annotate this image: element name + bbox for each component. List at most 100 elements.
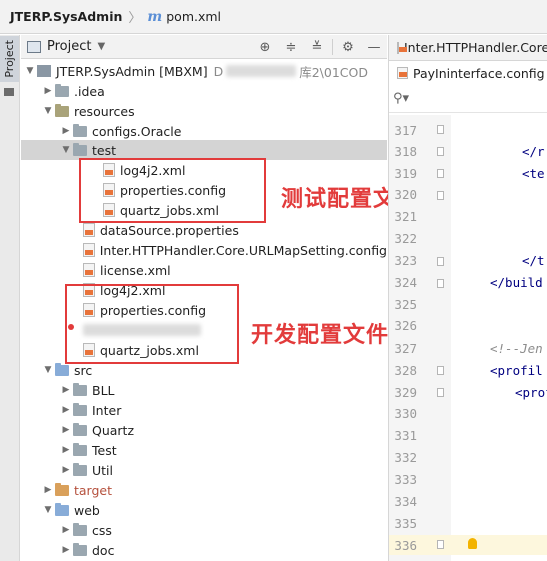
collapse-all-icon[interactable]: ≚	[304, 40, 330, 55]
folder-icon	[73, 402, 87, 416]
tree-item-label: Test	[92, 442, 117, 458]
tree-item-label: Quartz	[92, 422, 135, 438]
tree-item-label: target	[74, 482, 113, 498]
folder-icon	[73, 142, 87, 156]
tree-item-resources[interactable]: ▼ resources	[21, 101, 387, 121]
dev-config-annotation: 开发配置文件	[251, 323, 390, 348]
tab-label: Inter.HTTPHandler.Core	[404, 40, 547, 55]
chevron-right-icon[interactable]: ▶	[59, 545, 73, 555]
tree-item-quartz-folder[interactable]: ▶ Quartz	[21, 420, 387, 440]
lightbulb-icon[interactable]	[468, 538, 477, 549]
code-line-319[interactable]: <te	[522, 166, 545, 181]
project-stripe-tab[interactable]: Project	[0, 36, 19, 82]
line-number: 324	[394, 275, 417, 290]
tree-item-web[interactable]: ▼ web	[21, 500, 387, 520]
tree-item-configs-oracle[interactable]: ▶ configs.Oracle	[21, 121, 387, 141]
fold-marker[interactable]	[437, 279, 444, 288]
tree-item-idea[interactable]: ▶ .idea	[21, 81, 387, 101]
tree-item-label: Inter	[92, 402, 122, 418]
code-line-324[interactable]: </build	[490, 275, 543, 290]
code-line-328[interactable]: <profil	[490, 363, 543, 378]
chevron-right-icon[interactable]: ▶	[59, 445, 73, 455]
tree-item-test[interactable]: ▼ test	[21, 140, 387, 160]
chevron-down-icon[interactable]: ▼	[59, 145, 73, 155]
tree-item-doc[interactable]: ▶ doc	[21, 540, 387, 560]
expand-all-icon[interactable]: ≑	[278, 40, 304, 55]
xml-file-icon	[83, 263, 95, 277]
minus-icon[interactable]: —	[361, 40, 387, 55]
fold-marker[interactable]	[437, 257, 444, 266]
editor-search-bar[interactable]: ⚲▾	[389, 85, 547, 113]
tree-item-root[interactable]: ▼ JTERP.SysAdmin [MBXM] D 库2\01COD	[21, 61, 387, 81]
chevron-down-icon[interactable]: ▼	[97, 41, 105, 52]
code-line-327[interactable]: <!--Jen	[490, 341, 543, 356]
chevron-down-icon[interactable]: ▼	[41, 106, 55, 116]
maven-icon: m	[147, 8, 163, 25]
tree-item-inter[interactable]: ▶ Inter	[21, 400, 387, 420]
tree-item-test-folder[interactable]: ▶ Test	[21, 440, 387, 460]
chevron-right-icon[interactable]: ▶	[41, 485, 55, 495]
tree-item-label: doc	[92, 542, 115, 558]
chevron-right-icon[interactable]: ▶	[59, 525, 73, 535]
tree-item-label: BLL	[92, 382, 115, 398]
breadcrumb: JTERP.SysAdmin 〉 m pom.xml	[0, 0, 547, 34]
line-number: 332	[394, 450, 417, 465]
test-config-highlight-box	[79, 158, 266, 223]
fold-marker[interactable]	[437, 191, 444, 200]
tree-item-urlmap-config[interactable]: Inter.HTTPHandler.Core.URLMapSetting.con…	[21, 240, 387, 260]
code-line-323[interactable]: </t	[522, 253, 545, 268]
chevron-right-icon[interactable]: ▶	[59, 465, 73, 475]
search-icon[interactable]: ⚲▾	[393, 91, 409, 106]
tab-urlmap-config[interactable]: Inter.HTTPHandler.Core	[389, 35, 547, 60]
tree-item-label: license.xml	[100, 262, 171, 278]
crosshair-icon[interactable]: ⊕	[252, 40, 278, 55]
project-view-icon	[27, 40, 41, 53]
breadcrumb-file[interactable]: pom.xml	[166, 9, 221, 24]
chevron-right-icon[interactable]: ▶	[59, 425, 73, 435]
excluded-folder-icon	[55, 482, 69, 496]
breadcrumb-project[interactable]: JTERP.SysAdmin	[10, 9, 122, 24]
tree-item-datasource[interactable]: dataSource.properties	[21, 220, 387, 240]
folder-icon	[73, 382, 87, 396]
tree-item-target[interactable]: ▶ target	[21, 480, 387, 500]
tree-item-path-end: 库2\01COD	[299, 64, 368, 80]
chevron-down-icon[interactable]: ▼	[41, 365, 55, 375]
chevron-right-icon[interactable]: ▶	[59, 385, 73, 395]
fold-marker[interactable]	[437, 540, 444, 549]
source-folder-icon	[55, 362, 69, 376]
error-marker	[68, 324, 74, 330]
folder-icon	[73, 422, 87, 436]
fold-marker[interactable]	[437, 366, 444, 375]
tree-item-util[interactable]: ▶ Util	[21, 460, 387, 480]
chevron-down-icon[interactable]: ▼	[41, 505, 55, 515]
fold-marker[interactable]	[437, 147, 444, 156]
gear-icon[interactable]: ⚙	[335, 40, 361, 55]
chevron-right-icon[interactable]: ▶	[59, 126, 73, 136]
fold-marker[interactable]	[437, 169, 444, 178]
project-stripe-label: Project	[3, 40, 16, 78]
tree-item-path-start: D	[213, 63, 224, 79]
tree-item-css[interactable]: ▶ css	[21, 520, 387, 540]
tree-item-label: Util	[92, 462, 113, 478]
tree-item-license[interactable]: license.xml	[21, 260, 387, 280]
chevron-down-icon[interactable]: ▼	[23, 66, 37, 76]
line-number: 335	[394, 516, 417, 531]
structure-icon[interactable]	[4, 88, 14, 96]
properties-file-icon	[83, 223, 95, 237]
fold-marker[interactable]	[437, 388, 444, 397]
tree-item-bll[interactable]: ▶ BLL	[21, 380, 387, 400]
code-line-318[interactable]: </r	[522, 144, 545, 159]
tab-payininterface-config[interactable]: PayIninterface.config	[389, 60, 547, 85]
chevron-right-icon[interactable]: ▶	[41, 86, 55, 96]
fold-marker[interactable]	[437, 125, 444, 134]
line-number: 333	[394, 472, 417, 487]
line-number: 329	[394, 385, 417, 400]
folder-icon	[55, 83, 69, 97]
code-line-329[interactable]: <prof	[515, 385, 547, 400]
chevron-right-icon[interactable]: ▶	[59, 405, 73, 415]
project-header: Project ▼ ⊕ ≑ ≚ ⚙ —	[21, 35, 387, 59]
tree-item-label: css	[92, 522, 112, 538]
line-number: 328	[394, 363, 417, 378]
folder-icon	[73, 462, 87, 476]
project-view-title[interactable]: Project	[47, 39, 91, 54]
